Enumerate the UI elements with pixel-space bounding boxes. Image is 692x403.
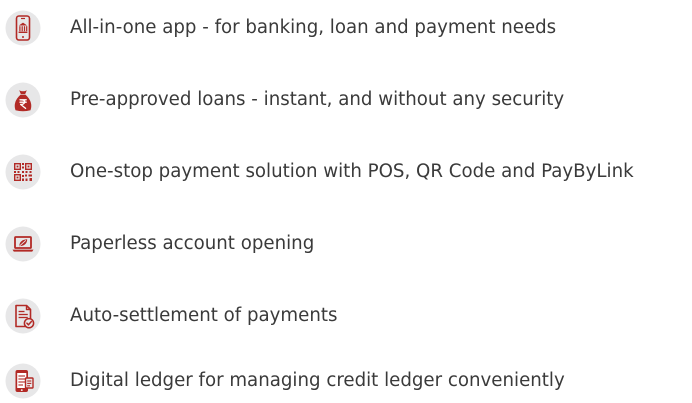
phone-ledger-icon: [5, 363, 41, 399]
feature-text: All-in-one app - for banking, loan and p…: [70, 17, 557, 38]
feature-text: One-stop payment solution with POS, QR C…: [70, 161, 634, 182]
laptop-leaf-icon: [5, 226, 41, 262]
feature-list: All-in-one app - for banking, loan and p…: [0, 0, 692, 403]
feature-item-paperless-account-opening: Paperless account opening: [0, 222, 692, 266]
feature-text: Digital ledger for managing credit ledge…: [70, 370, 565, 391]
feature-text: Auto-settlement of payments: [70, 305, 338, 326]
feature-item-all-in-one-app: All-in-one app - for banking, loan and p…: [0, 6, 692, 50]
feature-item-one-stop-payment: One-stop payment solution with POS, QR C…: [0, 150, 692, 194]
document-check-icon: [5, 298, 41, 334]
feature-text: Pre-approved loans - instant, and withou…: [70, 89, 565, 110]
feature-item-digital-ledger: Digital ledger for managing credit ledge…: [0, 359, 692, 403]
rupee-money-bag-icon: [5, 82, 41, 118]
feature-item-pre-approved-loans: Pre-approved loans - instant, and withou…: [0, 78, 692, 122]
mobile-bank-icon: [5, 10, 41, 46]
feature-item-auto-settlement: Auto-settlement of payments: [0, 294, 692, 338]
qr-code-icon: [5, 154, 41, 190]
feature-text: Paperless account opening: [70, 233, 315, 254]
